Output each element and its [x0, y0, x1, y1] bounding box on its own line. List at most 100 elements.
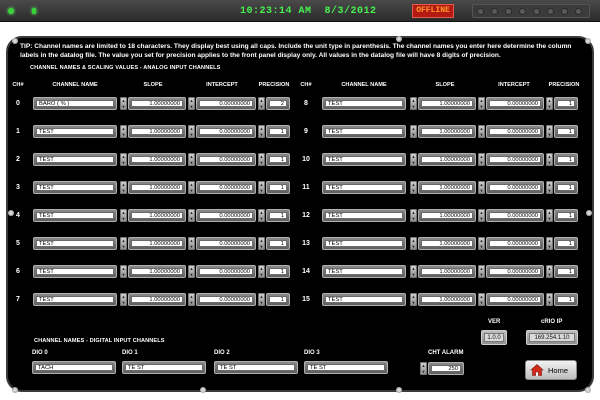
- precision-value[interactable]: 1: [269, 268, 287, 275]
- slope-field[interactable]: 1.00000000: [418, 293, 476, 306]
- precision-spinner[interactable]: ▲ ▼: [258, 265, 265, 278]
- increment-icon[interactable]: ▲: [547, 126, 552, 131]
- increment-icon[interactable]: ▲: [121, 238, 126, 243]
- increment-icon[interactable]: ▲: [411, 210, 416, 215]
- slope-spinner[interactable]: ▲ ▼: [120, 153, 127, 166]
- channel-name-field[interactable]: TEST: [322, 237, 406, 250]
- slope-stepper[interactable]: ▲ ▼ 1.00000000: [120, 181, 186, 194]
- precision-stepper[interactable]: ▲ ▼ 1: [546, 237, 578, 250]
- decrement-icon[interactable]: ▼: [547, 160, 552, 165]
- slope-field[interactable]: 1.00000000: [128, 293, 186, 306]
- increment-icon[interactable]: ▲: [189, 182, 194, 187]
- precision-field[interactable]: 1: [266, 181, 290, 194]
- decrement-icon[interactable]: ▼: [547, 104, 552, 109]
- slope-value[interactable]: 1.00000000: [421, 184, 473, 191]
- decrement-icon[interactable]: ▼: [259, 272, 264, 277]
- channel-name-input[interactable]: TEST: [36, 240, 114, 247]
- increment-icon[interactable]: ▲: [479, 98, 484, 103]
- decrement-icon[interactable]: ▼: [121, 104, 126, 109]
- precision-value[interactable]: 2: [269, 100, 287, 107]
- precision-spinner[interactable]: ▲ ▼: [546, 153, 553, 166]
- increment-icon[interactable]: ▲: [547, 154, 552, 159]
- decrement-icon[interactable]: ▼: [121, 300, 126, 305]
- increment-icon[interactable]: ▲: [479, 126, 484, 131]
- decrement-icon[interactable]: ▼: [547, 216, 552, 221]
- cht-alarm-field[interactable]: 250: [428, 362, 464, 375]
- channel-name-input[interactable]: TEST: [36, 212, 114, 219]
- channel-name-field[interactable]: TEST: [322, 181, 406, 194]
- intercept-stepper[interactable]: ▲ ▼ 0.00000000: [478, 237, 544, 250]
- decrement-icon[interactable]: ▼: [411, 216, 416, 221]
- intercept-spinner[interactable]: ▲ ▼: [188, 293, 195, 306]
- decrement-icon[interactable]: ▼: [547, 300, 552, 305]
- slope-field[interactable]: 1.00000000: [128, 153, 186, 166]
- channel-name-field[interactable]: TEST: [33, 237, 117, 250]
- channel-name-field[interactable]: TEST: [33, 209, 117, 222]
- decrement-icon[interactable]: ▼: [547, 132, 552, 137]
- intercept-value[interactable]: 0.00000000: [489, 100, 541, 107]
- intercept-stepper[interactable]: ▲ ▼ 0.00000000: [478, 209, 544, 222]
- slope-field[interactable]: 1.00000000: [128, 181, 186, 194]
- intercept-value[interactable]: 0.00000000: [489, 156, 541, 163]
- increment-icon[interactable]: ▲: [259, 210, 264, 215]
- slope-stepper[interactable]: ▲ ▼ 1.00000000: [410, 125, 476, 138]
- channel-name-field[interactable]: TEST: [322, 209, 406, 222]
- channel-name-input[interactable]: TEST: [36, 268, 114, 275]
- slope-spinner[interactable]: ▲ ▼: [120, 181, 127, 194]
- decrement-icon[interactable]: ▼: [189, 132, 194, 137]
- decrement-icon[interactable]: ▼: [411, 272, 416, 277]
- decrement-icon[interactable]: ▼: [479, 188, 484, 193]
- intercept-value[interactable]: 0.00000000: [199, 128, 253, 135]
- intercept-field[interactable]: 0.00000000: [486, 125, 544, 138]
- increment-icon[interactable]: ▲: [189, 126, 194, 131]
- increment-icon[interactable]: ▲: [189, 266, 194, 271]
- decrement-icon[interactable]: ▼: [121, 272, 126, 277]
- intercept-spinner[interactable]: ▲ ▼: [478, 153, 485, 166]
- increment-icon[interactable]: ▲: [259, 126, 264, 131]
- channel-name-input[interactable]: TEST: [325, 100, 403, 107]
- precision-field[interactable]: 1: [554, 181, 578, 194]
- precision-field[interactable]: 2: [266, 97, 290, 110]
- precision-value[interactable]: 1: [557, 128, 575, 135]
- intercept-value[interactable]: 0.00000000: [199, 184, 253, 191]
- channel-name-field[interactable]: TEST: [322, 97, 406, 110]
- intercept-spinner[interactable]: ▲ ▼: [478, 97, 485, 110]
- digital-channel-input[interactable]: TE ST: [125, 364, 203, 371]
- increment-icon[interactable]: ▲: [259, 238, 264, 243]
- slope-stepper[interactable]: ▲ ▼ 1.00000000: [410, 97, 476, 110]
- channel-name-field[interactable]: TEST: [322, 153, 406, 166]
- channel-name-input[interactable]: TEST: [325, 184, 403, 191]
- increment-icon[interactable]: ▲: [547, 294, 552, 299]
- increment-icon[interactable]: ▲: [479, 182, 484, 187]
- slope-value[interactable]: 1.00000000: [131, 268, 183, 275]
- intercept-spinner[interactable]: ▲ ▼: [478, 209, 485, 222]
- digital-channel-field[interactable]: TACH: [32, 361, 116, 374]
- channel-name-field[interactable]: TEST: [322, 293, 406, 306]
- precision-value[interactable]: 1: [557, 184, 575, 191]
- intercept-field[interactable]: 0.00000000: [196, 209, 256, 222]
- precision-field[interactable]: 1: [554, 97, 578, 110]
- increment-icon[interactable]: ▲: [411, 126, 416, 131]
- slope-field[interactable]: 1.00000000: [418, 209, 476, 222]
- decrement-icon[interactable]: ▼: [189, 216, 194, 221]
- precision-field[interactable]: 1: [554, 293, 578, 306]
- intercept-field[interactable]: 0.00000000: [486, 265, 544, 278]
- precision-value[interactable]: 1: [269, 296, 287, 303]
- slope-value[interactable]: 1.00000000: [131, 240, 183, 247]
- precision-stepper[interactable]: ▲ ▼ 1: [258, 209, 290, 222]
- channel-name-field[interactable]: TEST: [322, 265, 406, 278]
- slope-stepper[interactable]: ▲ ▼ 1.00000000: [120, 125, 186, 138]
- slope-spinner[interactable]: ▲ ▼: [120, 209, 127, 222]
- slope-spinner[interactable]: ▲ ▼: [120, 293, 127, 306]
- slope-spinner[interactable]: ▲ ▼: [120, 97, 127, 110]
- increment-icon[interactable]: ▲: [259, 98, 264, 103]
- channel-name-field[interactable]: TEST: [33, 125, 117, 138]
- increment-icon[interactable]: ▲: [421, 363, 426, 368]
- intercept-spinner[interactable]: ▲ ▼: [478, 265, 485, 278]
- precision-field[interactable]: 1: [554, 265, 578, 278]
- slope-stepper[interactable]: ▲ ▼ 1.00000000: [120, 209, 186, 222]
- precision-spinner[interactable]: ▲ ▼: [258, 181, 265, 194]
- channel-name-field[interactable]: TEST: [33, 181, 117, 194]
- slope-stepper[interactable]: ▲ ▼ 1.00000000: [120, 293, 186, 306]
- precision-field[interactable]: 1: [266, 209, 290, 222]
